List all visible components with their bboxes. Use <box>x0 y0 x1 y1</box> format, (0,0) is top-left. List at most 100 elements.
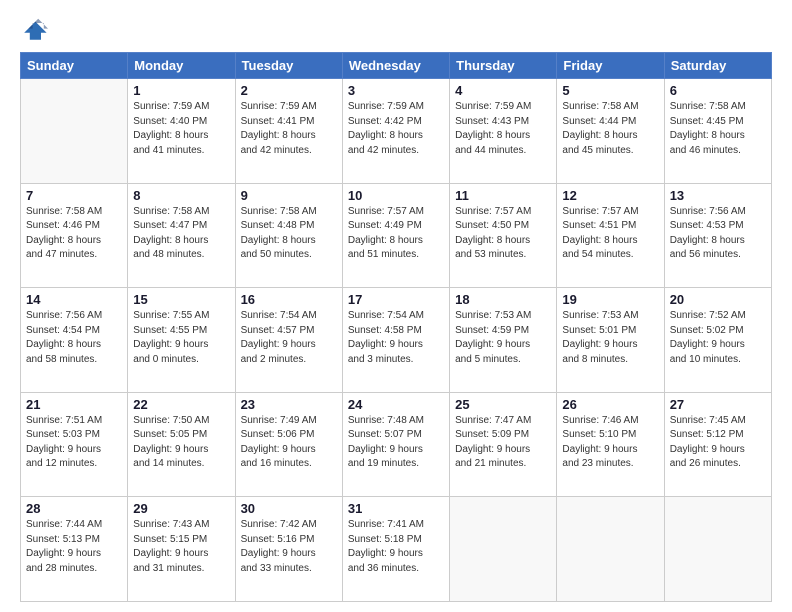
calendar-cell: 9 Sunrise: 7:58 AM Sunset: 4:48 PM Daylig… <box>235 183 342 288</box>
logo-icon <box>20 16 48 44</box>
day-info: Sunrise: 7:57 AM Sunset: 4:49 PM Dayligh… <box>348 205 444 263</box>
calendar-cell <box>450 497 557 602</box>
day-number: 22 <box>133 397 229 412</box>
day-info: Sunrise: 7:48 AM Sunset: 5:07 PM Dayligh… <box>348 414 444 472</box>
day-info: Sunrise: 7:46 AM Sunset: 5:10 PM Dayligh… <box>562 414 658 472</box>
day-info: Sunrise: 7:45 AM Sunset: 5:12 PM Dayligh… <box>670 414 766 472</box>
day-number: 7 <box>26 188 122 203</box>
day-number: 4 <box>455 83 551 98</box>
day-info: Sunrise: 7:49 AM Sunset: 5:06 PM Dayligh… <box>241 414 337 472</box>
calendar-cell: 8 Sunrise: 7:58 AM Sunset: 4:47 PM Daylig… <box>128 183 235 288</box>
calendar-cell: 18 Sunrise: 7:53 AM Sunset: 4:59 PM Dayli… <box>450 288 557 393</box>
day-number: 5 <box>562 83 658 98</box>
day-number: 3 <box>348 83 444 98</box>
day-number: 30 <box>241 501 337 516</box>
calendar-cell: 20 Sunrise: 7:52 AM Sunset: 5:02 PM Dayli… <box>664 288 771 393</box>
day-info: Sunrise: 7:51 AM Sunset: 5:03 PM Dayligh… <box>26 414 122 472</box>
day-number: 20 <box>670 292 766 307</box>
day-number: 16 <box>241 292 337 307</box>
day-info: Sunrise: 7:47 AM Sunset: 5:09 PM Dayligh… <box>455 414 551 472</box>
calendar-cell: 5Sunrise: 7:58 AM Sunset: 4:44 PM Daylig… <box>557 79 664 184</box>
weekday-header-saturday: Saturday <box>664 53 771 79</box>
calendar-cell: 27 Sunrise: 7:45 AM Sunset: 5:12 PM Dayli… <box>664 392 771 497</box>
day-info: Sunrise: 7:57 AM Sunset: 4:51 PM Dayligh… <box>562 205 658 263</box>
weekday-header-friday: Friday <box>557 53 664 79</box>
day-number: 31 <box>348 501 444 516</box>
day-number: 1 <box>133 83 229 98</box>
weekday-header-tuesday: Tuesday <box>235 53 342 79</box>
day-info: Sunrise: 7:50 AM Sunset: 5:05 PM Dayligh… <box>133 414 229 472</box>
page-header <box>20 16 772 44</box>
calendar-cell: 25 Sunrise: 7:47 AM Sunset: 5:09 PM Dayli… <box>450 392 557 497</box>
calendar-cell: 23 Sunrise: 7:49 AM Sunset: 5:06 PM Dayli… <box>235 392 342 497</box>
day-number: 15 <box>133 292 229 307</box>
calendar-cell: 16 Sunrise: 7:54 AM Sunset: 4:57 PM Dayli… <box>235 288 342 393</box>
calendar-cell: 12 Sunrise: 7:57 AM Sunset: 4:51 PM Dayli… <box>557 183 664 288</box>
calendar-cell: 30Sunrise: 7:42 AM Sunset: 5:16 PM Dayli… <box>235 497 342 602</box>
day-number: 21 <box>26 397 122 412</box>
day-info: Sunrise: 7:54 AM Sunset: 4:58 PM Dayligh… <box>348 309 444 367</box>
calendar-cell: 31 Sunrise: 7:41 AM Sunset: 5:18 PM Dayli… <box>342 497 449 602</box>
day-number: 24 <box>348 397 444 412</box>
calendar-cell: 21 Sunrise: 7:51 AM Sunset: 5:03 PM Dayli… <box>21 392 128 497</box>
calendar-cell: 6 Sunrise: 7:58 AM Sunset: 4:45 PM Daylig… <box>664 79 771 184</box>
calendar-cell: 26 Sunrise: 7:46 AM Sunset: 5:10 PM Dayli… <box>557 392 664 497</box>
day-info: Sunrise: 7:41 AM Sunset: 5:18 PM Dayligh… <box>348 518 444 576</box>
day-number: 14 <box>26 292 122 307</box>
day-number: 11 <box>455 188 551 203</box>
calendar-cell: 17 Sunrise: 7:54 AM Sunset: 4:58 PM Dayli… <box>342 288 449 393</box>
calendar-cell <box>21 79 128 184</box>
day-number: 29 <box>133 501 229 516</box>
calendar-cell: 3 Sunrise: 7:59 AM Sunset: 4:42 PM Daylig… <box>342 79 449 184</box>
calendar-cell: 24 Sunrise: 7:48 AM Sunset: 5:07 PM Dayli… <box>342 392 449 497</box>
weekday-header-wednesday: Wednesday <box>342 53 449 79</box>
day-info: Sunrise: 7:59 AM Sunset: 4:42 PM Dayligh… <box>348 100 444 158</box>
calendar-cell: 10 Sunrise: 7:57 AM Sunset: 4:49 PM Dayli… <box>342 183 449 288</box>
calendar-cell <box>557 497 664 602</box>
calendar-cell: 19Sunrise: 7:53 AM Sunset: 5:01 PM Dayli… <box>557 288 664 393</box>
day-number: 6 <box>670 83 766 98</box>
calendar-table: SundayMondayTuesdayWednesdayThursdayFrid… <box>20 52 772 602</box>
logo <box>20 16 52 44</box>
day-info: Sunrise: 7:58 AM Sunset: 4:46 PM Dayligh… <box>26 205 122 263</box>
day-info: Sunrise: 7:44 AM Sunset: 5:13 PM Dayligh… <box>26 518 122 576</box>
day-number: 9 <box>241 188 337 203</box>
day-info: Sunrise: 7:58 AM Sunset: 4:48 PM Dayligh… <box>241 205 337 263</box>
day-info: Sunrise: 7:58 AM Sunset: 4:45 PM Dayligh… <box>670 100 766 158</box>
day-info: Sunrise: 7:52 AM Sunset: 5:02 PM Dayligh… <box>670 309 766 367</box>
calendar-cell: 29 Sunrise: 7:43 AM Sunset: 5:15 PM Dayli… <box>128 497 235 602</box>
day-info: Sunrise: 7:54 AM Sunset: 4:57 PM Dayligh… <box>241 309 337 367</box>
day-number: 8 <box>133 188 229 203</box>
calendar-cell: 14Sunrise: 7:56 AM Sunset: 4:54 PM Dayli… <box>21 288 128 393</box>
calendar-cell: 1 Sunrise: 7:59 AM Sunset: 4:40 PM Daylig… <box>128 79 235 184</box>
calendar-cell: 2Sunrise: 7:59 AM Sunset: 4:41 PM Daylig… <box>235 79 342 184</box>
day-number: 25 <box>455 397 551 412</box>
day-number: 23 <box>241 397 337 412</box>
day-info: Sunrise: 7:53 AM Sunset: 4:59 PM Dayligh… <box>455 309 551 367</box>
weekday-header-monday: Monday <box>128 53 235 79</box>
calendar-cell: 28 Sunrise: 7:44 AM Sunset: 5:13 PM Dayli… <box>21 497 128 602</box>
weekday-header-thursday: Thursday <box>450 53 557 79</box>
day-number: 18 <box>455 292 551 307</box>
day-info: Sunrise: 7:55 AM Sunset: 4:55 PM Dayligh… <box>133 309 229 367</box>
calendar-cell: 11 Sunrise: 7:57 AM Sunset: 4:50 PM Dayli… <box>450 183 557 288</box>
day-number: 2 <box>241 83 337 98</box>
calendar-cell: 22 Sunrise: 7:50 AM Sunset: 5:05 PM Dayli… <box>128 392 235 497</box>
day-info: Sunrise: 7:43 AM Sunset: 5:15 PM Dayligh… <box>133 518 229 576</box>
calendar-cell <box>664 497 771 602</box>
day-info: Sunrise: 7:56 AM Sunset: 4:53 PM Dayligh… <box>670 205 766 263</box>
day-number: 17 <box>348 292 444 307</box>
calendar-cell: 7 Sunrise: 7:58 AM Sunset: 4:46 PM Daylig… <box>21 183 128 288</box>
day-info: Sunrise: 7:53 AM Sunset: 5:01 PM Dayligh… <box>562 309 658 367</box>
day-info: Sunrise: 7:59 AM Sunset: 4:40 PM Dayligh… <box>133 100 229 158</box>
calendar-cell: 15 Sunrise: 7:55 AM Sunset: 4:55 PM Dayli… <box>128 288 235 393</box>
day-number: 10 <box>348 188 444 203</box>
day-number: 27 <box>670 397 766 412</box>
day-info: Sunrise: 7:57 AM Sunset: 4:50 PM Dayligh… <box>455 205 551 263</box>
day-number: 26 <box>562 397 658 412</box>
day-number: 12 <box>562 188 658 203</box>
day-number: 28 <box>26 501 122 516</box>
calendar-cell: 13Sunrise: 7:56 AM Sunset: 4:53 PM Dayli… <box>664 183 771 288</box>
day-info: Sunrise: 7:58 AM Sunset: 4:47 PM Dayligh… <box>133 205 229 263</box>
day-info: Sunrise: 7:59 AM Sunset: 4:43 PM Dayligh… <box>455 100 551 158</box>
